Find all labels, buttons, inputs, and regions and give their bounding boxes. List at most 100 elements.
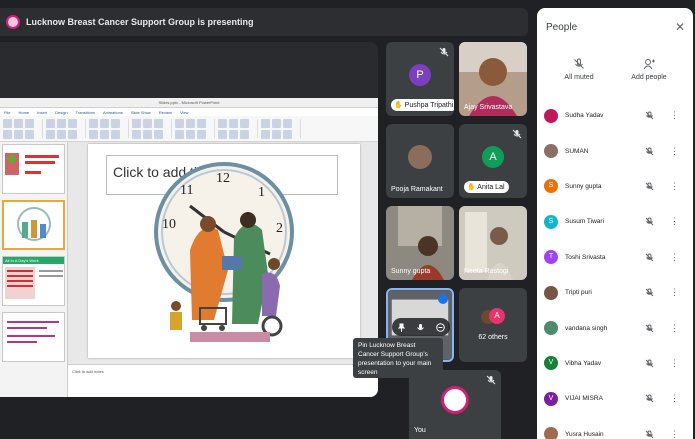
participant-name: SUMAN bbox=[565, 147, 589, 155]
all-muted-button[interactable]: All muted bbox=[549, 58, 609, 81]
people-panel: People ✕ All muted Add people Sudha Yada… bbox=[537, 8, 693, 439]
more-options-icon[interactable]: ⋮ bbox=[670, 217, 679, 226]
participant-name: Sunny gupta bbox=[565, 182, 602, 190]
participant-name: Yusra Husain bbox=[565, 430, 604, 438]
powerpoint-window: Slides.pptx - Microsoft PowerPoint File … bbox=[0, 98, 378, 397]
ppt-menu-item: Insert bbox=[37, 109, 48, 115]
avatar-photo bbox=[544, 427, 558, 439]
avatar-photo bbox=[544, 285, 558, 300]
participant-row[interactable]: Sudha Yadav ⋮ bbox=[537, 98, 693, 133]
add-people-button[interactable]: Add people bbox=[619, 58, 679, 81]
avatar: S bbox=[544, 214, 558, 229]
more-options-icon[interactable]: ⋮ bbox=[670, 394, 679, 403]
ppt-menu-item: Transitions bbox=[75, 109, 96, 115]
participant-name: You bbox=[414, 427, 426, 434]
avatar: A bbox=[482, 146, 504, 169]
participant-row[interactable]: T Toshi Srivasta ⋮ bbox=[537, 240, 693, 275]
more-options-icon[interactable]: ⋮ bbox=[670, 429, 679, 439]
participant-row[interactable]: vandana singh ⋮ bbox=[537, 310, 693, 345]
avatar-photo bbox=[544, 144, 558, 159]
more-options-icon[interactable]: ⋮ bbox=[670, 288, 679, 297]
audio-indicator-icon bbox=[438, 294, 448, 304]
mic-off-icon bbox=[645, 217, 654, 226]
slide-thumbnail bbox=[2, 312, 65, 362]
avatar: P bbox=[409, 64, 431, 87]
presenting-title: Lucknow Breast Cancer Support Group is p… bbox=[26, 17, 254, 27]
avatar: A bbox=[489, 308, 505, 324]
ppt-menu-item: Design bbox=[55, 109, 68, 115]
participant-row[interactable]: V VIJAI MISRA ⋮ bbox=[537, 381, 693, 416]
participant-list: Sudha Yadav ⋮ SUMAN ⋮ S Sunny gupta ⋮ S … bbox=[537, 98, 693, 439]
avatar: V bbox=[544, 391, 558, 406]
ppt-workspace: All In A Day's Work Click to add title 1… bbox=[0, 142, 378, 397]
more-options-icon[interactable]: ⋮ bbox=[670, 358, 679, 368]
participant-name: Sudha Yadav bbox=[565, 112, 604, 120]
mic-off-icon bbox=[574, 58, 584, 69]
self-tile[interactable]: You bbox=[409, 370, 501, 439]
more-options-icon[interactable]: ⋮ bbox=[670, 323, 679, 333]
avatar-photo bbox=[408, 145, 432, 170]
participant-row[interactable]: Tripti puri ⋮ bbox=[537, 275, 693, 310]
participant-name: Pooja Ramakant bbox=[391, 186, 443, 193]
participant-row[interactable]: SUMAN ⋮ bbox=[537, 133, 693, 168]
participant-row[interactable]: V Vibha Yadav ⋮ bbox=[537, 346, 693, 381]
remove-icon[interactable] bbox=[436, 322, 445, 332]
add-people-label: Add people bbox=[631, 74, 667, 81]
svg-text:2: 2 bbox=[276, 221, 283, 236]
group-logo-icon bbox=[441, 386, 469, 414]
participant-name: ✋ Anita Lal bbox=[464, 181, 509, 193]
participant-name: Tripti puri bbox=[565, 289, 592, 297]
participant-name: Sunny gupta bbox=[391, 268, 431, 275]
svg-text:1: 1 bbox=[258, 185, 265, 200]
mic-off-icon bbox=[645, 359, 654, 368]
avatar-photo bbox=[544, 321, 558, 336]
ppt-ribbon bbox=[0, 116, 378, 142]
more-options-icon[interactable]: ⋮ bbox=[670, 146, 679, 156]
add-person-icon bbox=[643, 59, 655, 70]
mic-off-icon bbox=[486, 375, 496, 385]
mic-off-icon bbox=[645, 394, 654, 403]
mic-off-icon bbox=[512, 129, 522, 139]
participant-tile[interactable]: A ✋ Anita Lal bbox=[459, 124, 527, 198]
participant-name: Ajay Srivastava bbox=[464, 104, 513, 111]
group-logo-icon bbox=[6, 15, 20, 29]
more-options-icon[interactable]: ⋮ bbox=[670, 181, 679, 191]
all-muted-label: All muted bbox=[564, 74, 594, 81]
participant-tile[interactable]: Neeta Rastogi bbox=[459, 206, 527, 280]
slide-thumbnail-selected bbox=[2, 200, 65, 250]
presentation-stage[interactable]: Slides.pptx - Microsoft PowerPoint File … bbox=[0, 42, 378, 397]
current-slide: Click to add title 12 11 1 10 2 bbox=[88, 144, 360, 358]
pin-icon[interactable] bbox=[397, 323, 406, 332]
others-tile[interactable]: A 62 others bbox=[459, 288, 527, 362]
participant-row[interactable]: S Sunny gupta ⋮ bbox=[537, 169, 693, 204]
panel-title: People bbox=[546, 22, 578, 33]
participant-name: Vibha Yadav bbox=[565, 359, 602, 367]
participant-name: vandana singh bbox=[565, 324, 608, 332]
ppt-menu-item: Slide Show bbox=[130, 109, 151, 115]
ppt-menu-item: File bbox=[4, 109, 11, 115]
more-options-icon[interactable]: ⋮ bbox=[670, 111, 679, 120]
participant-tile[interactable]: P ✋ Pushpa Tripathi bbox=[386, 42, 454, 116]
mute-icon[interactable] bbox=[416, 323, 425, 332]
participant-tile[interactable]: Sunny gupta bbox=[386, 206, 454, 280]
ppt-menu-item: Home bbox=[18, 109, 30, 115]
participant-tile[interactable]: Pooja Ramakant bbox=[386, 124, 454, 198]
participant-name: ✋ Pushpa Tripathi bbox=[391, 99, 454, 111]
thumb-title: All In A Day's Work bbox=[3, 257, 64, 264]
participant-row[interactable]: Yusra Husain ⋮ bbox=[537, 417, 693, 439]
participant-name: VIJAI MISRA bbox=[565, 395, 603, 403]
slide-thumbnail bbox=[2, 144, 65, 194]
slide-thumbnail: All In A Day's Work bbox=[2, 256, 65, 306]
participant-tile[interactable]: Ajay Srivastava bbox=[459, 42, 527, 116]
close-icon[interactable]: ✕ bbox=[675, 20, 685, 34]
notes-pane[interactable]: Click to add notes bbox=[68, 364, 378, 397]
mic-off-icon bbox=[439, 47, 449, 57]
participant-row[interactable]: S Susum Tiwari ⋮ bbox=[537, 204, 693, 239]
presenting-bar: Lucknow Breast Cancer Support Group is p… bbox=[0, 8, 528, 36]
avatar-photo bbox=[544, 108, 558, 123]
mic-off-icon bbox=[645, 253, 654, 262]
participant-name: Susum Tiwari bbox=[565, 218, 605, 226]
svg-text:11: 11 bbox=[180, 183, 193, 198]
slide-thumbnails: All In A Day's Work bbox=[0, 142, 68, 397]
more-options-icon[interactable]: ⋮ bbox=[670, 252, 679, 262]
